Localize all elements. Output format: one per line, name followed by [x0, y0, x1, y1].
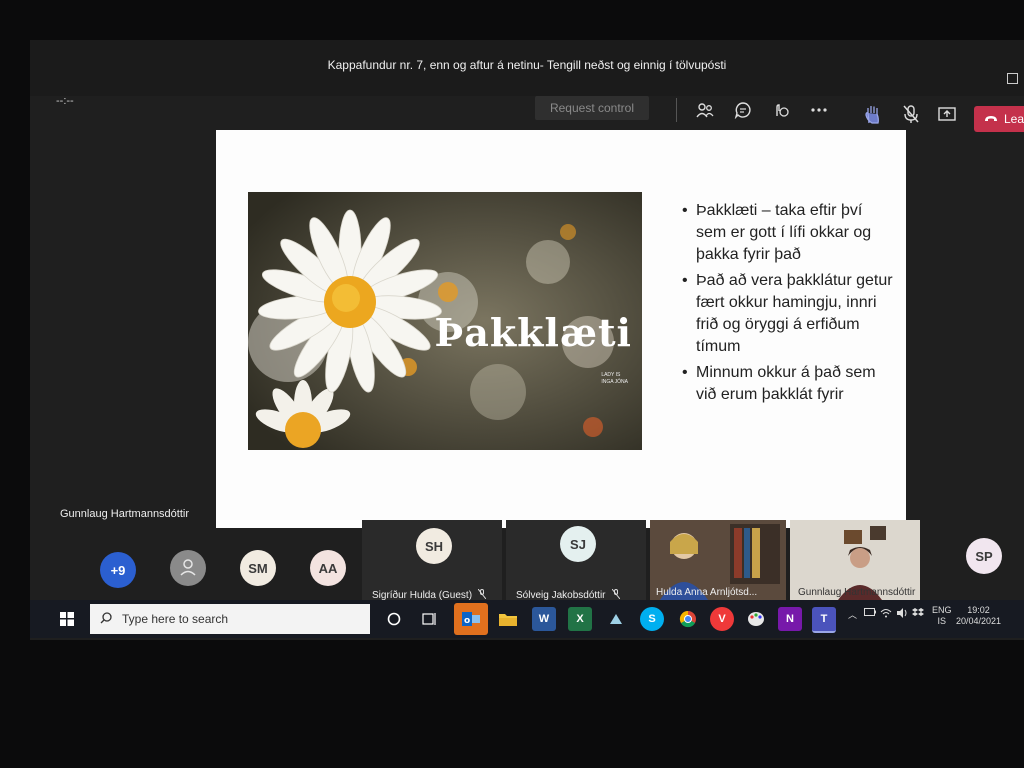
leave-button[interactable]: Lea [974, 106, 1024, 132]
raise-hand-icon[interactable] [862, 104, 884, 124]
title-bar: Kappafundur nr. 7, enn og aftur á netinu… [30, 40, 1024, 96]
presenter-name: Gunnlaug Hartmannsdóttir [60, 508, 190, 520]
task-view-icon[interactable] [418, 607, 442, 631]
taskbar-search-box[interactable]: Type here to search [90, 604, 370, 634]
onenote-icon[interactable]: N [778, 607, 802, 631]
slide-bullet: Það að vera þakklátur getur fært okkur h… [682, 270, 896, 358]
windows-taskbar: Type here to search o W X S V N T ︿ ENG … [30, 600, 1024, 638]
volume-icon[interactable] [896, 608, 908, 620]
request-control-button[interactable]: Request control [535, 96, 649, 120]
daisy-photo: Þakklæti LADY IS INGA JÓNA [248, 192, 642, 450]
wifi-icon[interactable] [880, 608, 892, 620]
file-explorer-icon[interactable] [496, 607, 520, 631]
participant-tile[interactable]: SJ Sólveig Jakobsdóttir [506, 520, 646, 606]
input-language-indicator[interactable]: ENG IS [932, 605, 952, 627]
cortana-icon[interactable] [382, 607, 406, 631]
participant-avatar[interactable]: AA [310, 550, 346, 586]
maximize-icon[interactable] [1007, 73, 1018, 84]
word-icon[interactable]: W [532, 607, 556, 631]
photo-credit: LADY IS INGA JÓNA [601, 372, 628, 386]
app-icon[interactable] [604, 607, 628, 631]
vivaldi-icon[interactable]: V [710, 607, 734, 631]
participant-video-tile[interactable]: Gunnlaug Hartmannsdóttir [790, 520, 920, 600]
show-hidden-icons-icon[interactable]: ︿ [848, 608, 857, 621]
participant-avatar[interactable]: SP [966, 538, 1002, 574]
slide-bullet: Minnum okkur á það sem við erum þakklát … [682, 362, 896, 406]
share-screen-icon[interactable] [936, 104, 958, 124]
participants-icon[interactable] [694, 100, 716, 120]
teams-meeting-screen: Kappafundur nr. 7, enn og aftur á netinu… [30, 40, 1024, 640]
chrome-icon[interactable] [676, 607, 700, 631]
search-icon [100, 611, 112, 627]
participant-avatar-generic[interactable] [170, 550, 206, 586]
toolbar-divider [676, 98, 677, 122]
dropbox-icon[interactable] [912, 608, 924, 620]
excel-icon[interactable]: X [568, 607, 592, 631]
microphone-muted-icon[interactable] [900, 104, 922, 124]
participant-name: Hulda Anna Arnljótsd... [656, 587, 758, 598]
more-options-icon[interactable] [808, 100, 830, 120]
windows-start-icon[interactable] [60, 612, 74, 626]
teams-icon[interactable]: T [812, 607, 836, 633]
participant-avatar[interactable]: SM [240, 550, 276, 586]
battery-icon[interactable] [864, 608, 876, 618]
participant-name: Gunnlaug Hartmannsdóttir [798, 587, 916, 598]
paint-icon[interactable] [744, 607, 768, 631]
chat-icon[interactable] [732, 100, 754, 120]
reactions-icon[interactable] [770, 100, 792, 120]
outlook-icon[interactable]: o [454, 603, 488, 635]
keyboard-layout: IS [937, 616, 947, 626]
meeting-timer: --:-- [56, 95, 74, 107]
photo-credit-line: LADY IS [601, 372, 621, 378]
clock-time: 19:02 [967, 605, 990, 615]
participant-video-tile[interactable]: Hulda Anna Arnljótsd... [650, 520, 786, 600]
slide-bullet: Þakklæti – taka eftir því sem er gott í … [682, 200, 896, 266]
participant-avatar: SH [416, 528, 452, 564]
photo-credit-line: INGA JÓNA [601, 379, 628, 385]
participant-tile[interactable]: SH Sigríður Hulda (Guest) [362, 520, 502, 606]
svg-text:o: o [464, 616, 470, 626]
clock[interactable]: 19:02 20/04/2021 [956, 605, 1001, 627]
meeting-title: Kappafundur nr. 7, enn og aftur á netinu… [327, 58, 727, 72]
slide-bullet-list: Þakklæti – taka eftir því sem er gott í … [682, 200, 896, 410]
more-participants-badge[interactable]: +9 [100, 552, 136, 588]
language-code: ENG [932, 605, 952, 615]
skype-icon[interactable]: S [640, 607, 664, 631]
slide-photo-title: Þakklæti [434, 310, 632, 355]
phone-hangup-icon [984, 112, 998, 126]
clock-date: 20/04/2021 [956, 616, 1002, 626]
search-placeholder: Type here to search [122, 612, 229, 626]
participant-avatar: SJ [560, 526, 596, 562]
person-icon [179, 558, 197, 579]
shared-presentation-slide: Þakklæti LADY IS INGA JÓNA Þakklæti – ta… [216, 130, 906, 528]
leave-label: Lea [1004, 112, 1024, 126]
